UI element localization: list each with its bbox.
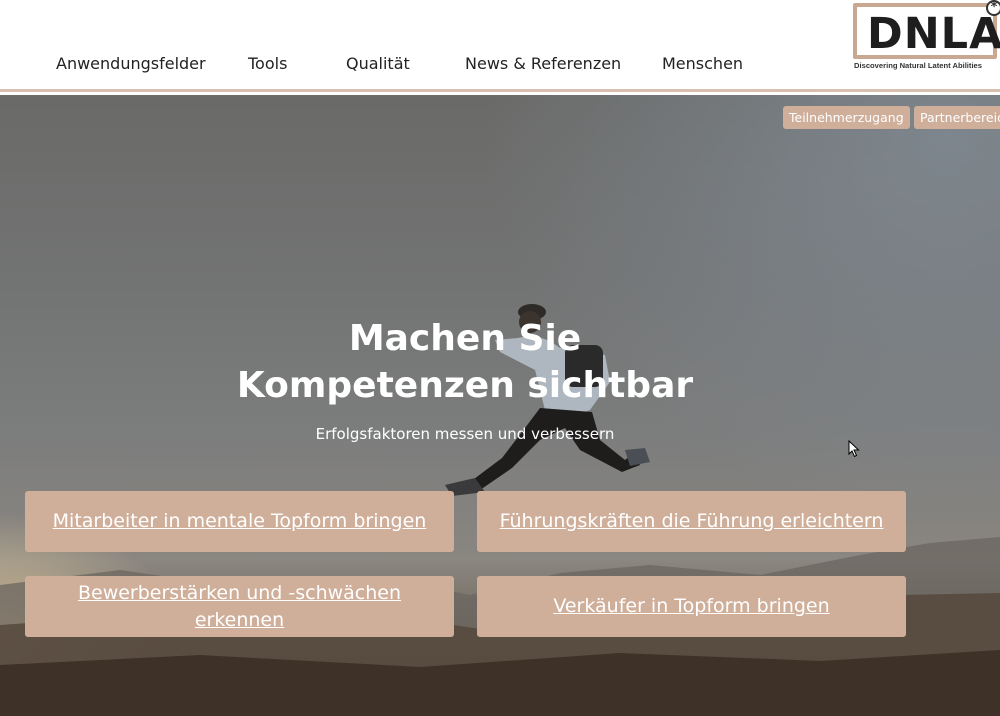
- nav-item-anwendungsfelder[interactable]: Anwendungsfelder: [56, 54, 248, 73]
- hero-section: Teilnehmerzugang Partnerbereich Machen S…: [0, 95, 1000, 716]
- partnerbereich-button[interactable]: Partnerbereich: [914, 106, 1000, 129]
- dnla-logo[interactable]: DNLA * Discovering Natural Latent Abilit…: [853, 0, 1000, 75]
- teilnehmerzugang-button[interactable]: Teilnehmerzugang: [783, 106, 910, 129]
- cta-fuehrung-button[interactable]: Führungskräften die Führung erleichtern: [477, 491, 906, 552]
- nav-item-menschen[interactable]: Menschen: [662, 54, 743, 73]
- nav-item-qualitaet[interactable]: Qualität: [346, 54, 465, 73]
- cta-bewerber-button[interactable]: Bewerberstärken und -schwächen erkennen: [25, 576, 454, 637]
- logo-star-icon: *: [986, 0, 1000, 16]
- main-nav: Anwendungsfelder Tools Qualität News & R…: [56, 52, 743, 74]
- logo-tagline: Discovering Natural Latent Abilities: [854, 61, 982, 70]
- hero-headline: Machen Sie Kompetenzen sichtbar: [236, 318, 694, 406]
- logo-frame: DNLA: [853, 3, 1000, 59]
- mouse-cursor-icon: [848, 440, 860, 458]
- hero-subline: Erfolgsfaktoren messen und verbessern: [315, 425, 615, 443]
- nav-item-news-referenzen[interactable]: News & Referenzen: [465, 54, 662, 73]
- nav-item-tools[interactable]: Tools: [248, 54, 346, 73]
- cta-mitarbeiter-button[interactable]: Mitarbeiter in mentale Topform bringen: [25, 491, 454, 552]
- cta-verkaeufer-button[interactable]: Verkäufer in Topform bringen: [477, 576, 906, 637]
- site-header: Anwendungsfelder Tools Qualität News & R…: [0, 0, 1000, 92]
- logo-wordmark: DNLA: [867, 9, 1000, 59]
